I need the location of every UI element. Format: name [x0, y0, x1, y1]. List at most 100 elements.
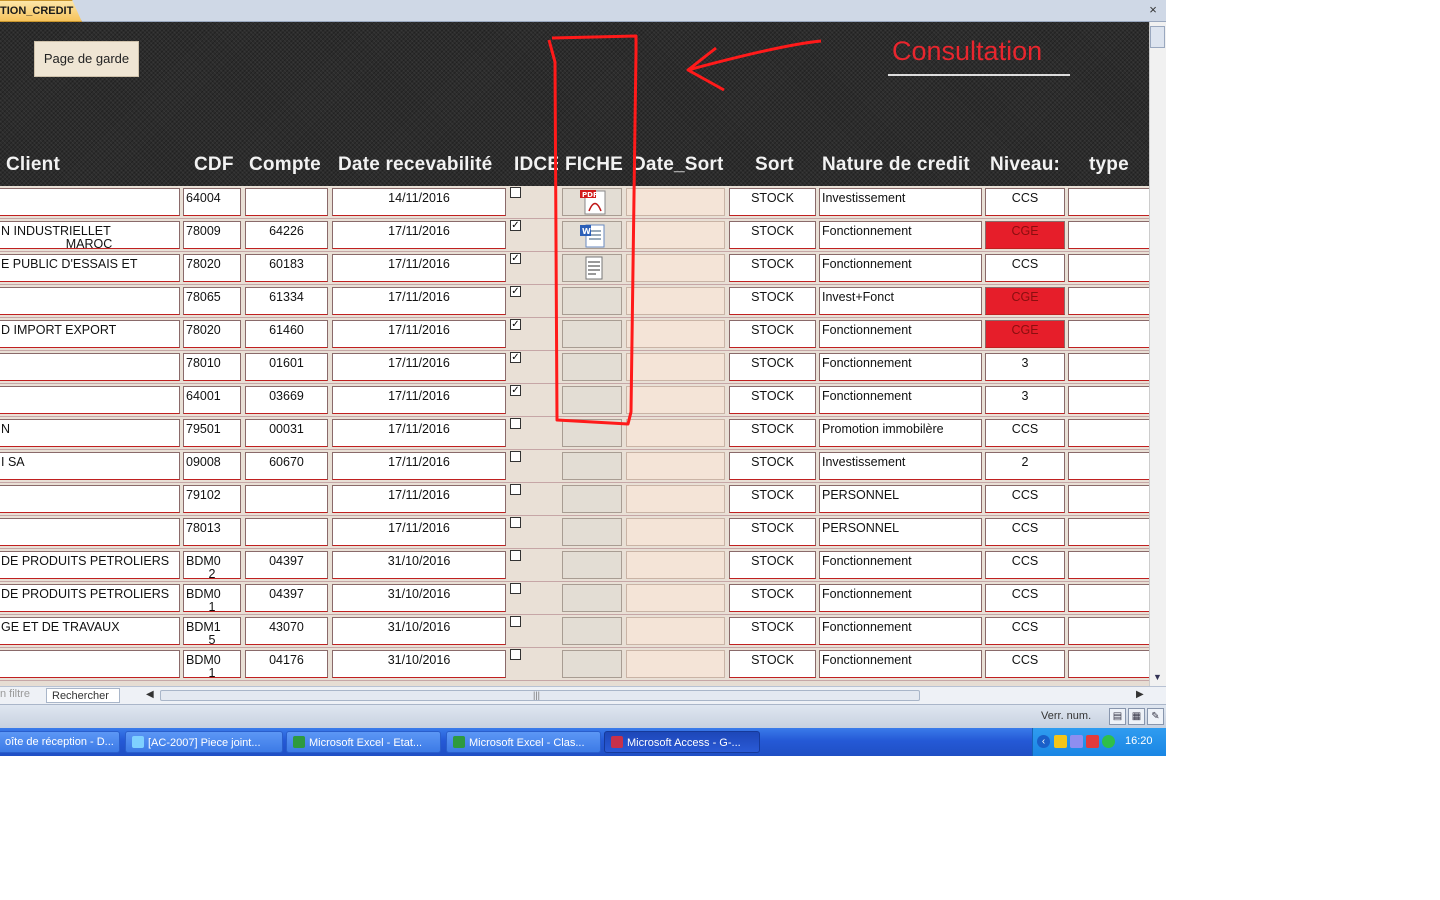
idce-checkbox[interactable]: ✓ [510, 352, 521, 363]
cdf-field[interactable]: 79501 [183, 419, 241, 447]
niveau-field[interactable]: CGE [985, 287, 1065, 315]
idce-checkbox[interactable]: ✓ [510, 286, 521, 297]
date-sort-field[interactable] [626, 188, 725, 216]
idce-checkbox[interactable] [510, 451, 521, 462]
fiche-attachment[interactable] [562, 320, 622, 348]
sort-field[interactable]: STOCK [729, 287, 816, 315]
client-field[interactable]: N [0, 419, 180, 447]
nature-de-credit-field[interactable]: Fonctionnement [819, 353, 982, 381]
compte-field[interactable]: 00031 [245, 419, 328, 447]
idce-checkbox[interactable]: ✓ [510, 220, 521, 231]
sort-field[interactable]: STOCK [729, 320, 816, 348]
scroll-down-icon[interactable]: ▼ [1150, 670, 1165, 684]
sort-field[interactable]: STOCK [729, 188, 816, 216]
sort-field[interactable]: STOCK [729, 386, 816, 414]
document-tab[interactable]: TION_CREDIT [0, 0, 82, 22]
cdf-field[interactable]: 78020 [183, 254, 241, 282]
niveau-field[interactable]: CCS [985, 419, 1065, 447]
fiche-attachment[interactable] [562, 353, 622, 381]
fiche-attachment[interactable] [562, 617, 622, 645]
client-field[interactable] [0, 287, 180, 315]
compte-field[interactable]: 01601 [245, 353, 328, 381]
taskbar-button[interactable]: Microsoft Access - G-... [604, 731, 760, 753]
close-icon[interactable]: × [1145, 2, 1161, 18]
sort-field[interactable]: STOCK [729, 650, 816, 678]
page-de-garde-button[interactable]: Page de garde [34, 41, 139, 77]
nature-de-credit-field[interactable]: Fonctionnement [819, 386, 982, 414]
compte-field[interactable] [245, 188, 328, 216]
tray-globe-icon[interactable] [1102, 735, 1115, 748]
word-icon[interactable]: W [575, 222, 609, 248]
compte-field[interactable]: 04397 [245, 551, 328, 579]
date-recevabilite-field[interactable]: 17/11/2016 [332, 485, 506, 513]
nature-de-credit-field[interactable]: Fonctionnement [819, 551, 982, 579]
cdf-field[interactable]: 09008 [183, 452, 241, 480]
date-sort-field[interactable] [626, 518, 725, 546]
nature-de-credit-field[interactable]: Investissement [819, 452, 982, 480]
cdf-field[interactable]: BDM0 1 [183, 650, 241, 678]
filter-indicator[interactable]: n filtre [0, 688, 30, 700]
client-field[interactable] [0, 188, 180, 216]
fiche-attachment[interactable] [562, 485, 622, 513]
tray-security-icon[interactable] [1086, 735, 1099, 748]
date-recevabilite-field[interactable]: 31/10/2016 [332, 551, 506, 579]
sort-field[interactable]: STOCK [729, 584, 816, 612]
cdf-field[interactable]: 79102 [183, 485, 241, 513]
date-sort-field[interactable] [626, 221, 725, 249]
date-sort-field[interactable] [626, 584, 725, 612]
date-recevabilite-field[interactable]: 17/11/2016 [332, 287, 506, 315]
vertical-scroll-thumb[interactable] [1150, 26, 1165, 48]
niveau-field[interactable]: CCS [985, 485, 1065, 513]
niveau-field[interactable]: CGE [985, 221, 1065, 249]
client-field[interactable]: I SA [0, 452, 180, 480]
nature-de-credit-field[interactable]: Fonctionnement [819, 650, 982, 678]
sort-field[interactable]: STOCK [729, 518, 816, 546]
fiche-attachment[interactable] [562, 452, 622, 480]
fiche-attachment[interactable] [562, 386, 622, 414]
fiche-attachment[interactable] [562, 419, 622, 447]
cdf-field[interactable]: 78009 [183, 221, 241, 249]
nature-de-credit-field[interactable]: Fonctionnement [819, 254, 982, 282]
date-sort-field[interactable] [626, 551, 725, 579]
niveau-field[interactable]: CCS [985, 518, 1065, 546]
taskbar-button[interactable]: [AC-2007] Piece joint... [125, 731, 283, 753]
idce-checkbox[interactable]: ✓ [510, 385, 521, 396]
idce-checkbox[interactable]: ✓ [510, 319, 521, 330]
search-input[interactable]: Rechercher [46, 688, 120, 703]
compte-field[interactable]: 04397 [245, 584, 328, 612]
idce-checkbox[interactable] [510, 187, 521, 198]
type-field[interactable] [1068, 452, 1149, 480]
nature-de-credit-field[interactable]: Fonctionnement [819, 221, 982, 249]
nature-de-credit-field[interactable]: Fonctionnement [819, 584, 982, 612]
client-field[interactable] [0, 518, 180, 546]
taskbar-button[interactable]: Microsoft Excel - Clas... [446, 731, 601, 753]
type-field[interactable] [1068, 419, 1149, 447]
fiche-attachment[interactable]: W [562, 221, 622, 249]
pdf-icon[interactable]: PDF [575, 189, 609, 215]
client-field[interactable] [0, 353, 180, 381]
client-field[interactable]: DE PRODUITS PETROLIERS [0, 551, 180, 579]
type-field[interactable] [1068, 650, 1149, 678]
date-recevabilite-field[interactable]: 14/11/2016 [332, 188, 506, 216]
client-field[interactable]: N INDUSTRIELLET MAROC [0, 221, 180, 249]
nature-de-credit-field[interactable]: Invest+Fonct [819, 287, 982, 315]
compte-field[interactable]: 04176 [245, 650, 328, 678]
client-field[interactable]: GE ET DE TRAVAUX [0, 617, 180, 645]
niveau-field[interactable]: 2 [985, 452, 1065, 480]
type-field[interactable] [1068, 188, 1149, 216]
nature-de-credit-field[interactable]: Fonctionnement [819, 320, 982, 348]
cdf-field[interactable]: 78065 [183, 287, 241, 315]
date-recevabilite-field[interactable]: 17/11/2016 [332, 353, 506, 381]
sort-field[interactable]: STOCK [729, 617, 816, 645]
type-field[interactable] [1068, 353, 1149, 381]
cdf-field[interactable]: 78020 [183, 320, 241, 348]
sort-field[interactable]: STOCK [729, 551, 816, 579]
date-sort-field[interactable] [626, 419, 725, 447]
sort-field[interactable]: STOCK [729, 221, 816, 249]
compte-field[interactable]: 43070 [245, 617, 328, 645]
date-recevabilite-field[interactable]: 17/11/2016 [332, 386, 506, 414]
type-field[interactable] [1068, 386, 1149, 414]
client-field[interactable] [0, 386, 180, 414]
fiche-attachment[interactable] [562, 650, 622, 678]
compte-field[interactable] [245, 485, 328, 513]
